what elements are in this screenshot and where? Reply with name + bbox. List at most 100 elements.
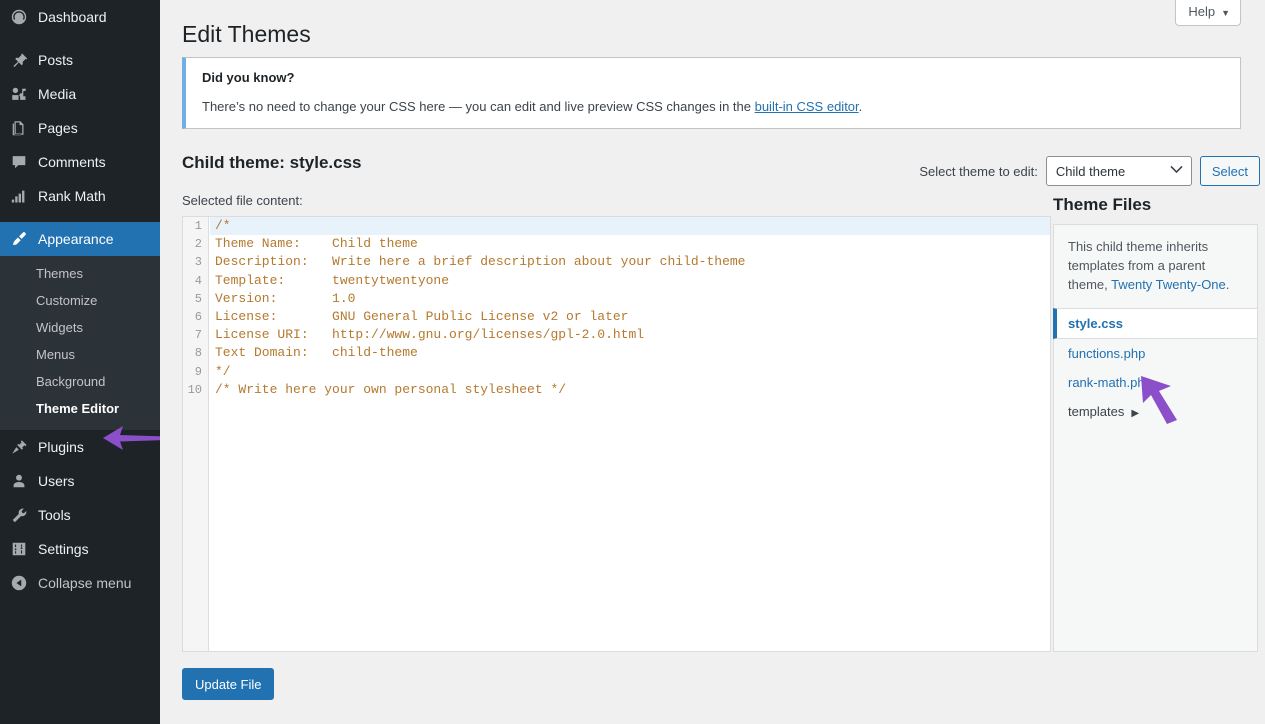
line-number: 3 — [194, 255, 202, 270]
sidebar-item-label: Comments — [38, 154, 106, 170]
current-file-heading: Child theme: style.css — [182, 153, 362, 172]
line-number: 6 — [194, 309, 202, 324]
sidebar-item-label: Pages — [38, 120, 78, 136]
code-text: Template: twentytwentyone — [215, 272, 450, 288]
sidebar-item-media[interactable]: Media — [0, 77, 160, 111]
comment-icon — [9, 152, 29, 172]
plug-icon — [9, 437, 29, 457]
sidebar-item-label: Dashboard — [38, 9, 107, 25]
theme-files-note: This child theme inherits templates from… — [1054, 225, 1257, 308]
submenu-item-widgets[interactable]: Widgets — [0, 314, 160, 341]
help-label: Help — [1188, 4, 1216, 19]
theme-file-item[interactable]: functions.php — [1054, 339, 1257, 368]
sidebar-item-pages[interactable]: Pages — [0, 111, 160, 145]
page-title: Edit Themes — [182, 21, 311, 47]
select-theme-button[interactable]: Select — [1199, 156, 1260, 186]
line-number: 2 — [194, 237, 202, 252]
admin-sidebar: Dashboard Posts Media Pages Comments Ran… — [0, 0, 168, 724]
notice-body: There’s no need to change your CSS here … — [202, 99, 1224, 114]
sidebar-item-label: Rank Math — [38, 188, 106, 204]
sidebar-divider — [0, 34, 160, 43]
collapse-menu-button[interactable]: Collapse menu — [0, 566, 160, 600]
code-text: Description: Write here a brief descript… — [215, 254, 746, 270]
code-line[interactable]: Theme Name: Child theme — [215, 235, 1050, 253]
code-line[interactable]: License URI: http://www.gnu.org/licenses… — [215, 326, 1050, 344]
code-line[interactable]: /* Write here your own personal styleshe… — [215, 381, 1050, 399]
theme-files-list: style.css functions.php rank-math.php templ… — [1053, 308, 1257, 426]
theme-files-heading: Theme Files — [1053, 195, 1152, 214]
submenu-item-themes[interactable]: Themes — [0, 260, 160, 287]
submenu-item-customize[interactable]: Customize — [0, 287, 160, 314]
line-number: 4 — [194, 273, 202, 288]
folder-label: templates — [1068, 404, 1125, 419]
selected-file-label: Selected file content: — [182, 193, 303, 208]
code-line[interactable]: */ — [215, 363, 1050, 381]
line-number-gutter: 1 2 3 4 5 6 7 8 9 10 — [183, 217, 209, 651]
did-you-know-notice: Did you know? There’s no need to change … — [182, 57, 1241, 129]
code-line[interactable]: License: GNU General Public License v2 o… — [215, 308, 1050, 326]
dashboard-icon — [9, 7, 29, 27]
code-line[interactable]: Description: Write here a brief descript… — [215, 253, 1050, 271]
notice-text-after: . — [858, 99, 863, 114]
collapse-arrow-icon — [9, 573, 29, 593]
code-text: License: GNU General Public License v2 o… — [215, 308, 629, 324]
code-line[interactable]: Version: 1.0 — [215, 290, 1050, 308]
sidebar-item-dashboard[interactable]: Dashboard — [0, 0, 160, 34]
theme-file-item[interactable]: rank-math.php — [1054, 368, 1257, 397]
sidebar-item-users[interactable]: Users — [0, 464, 160, 498]
help-toggle-button[interactable]: Help ▼ — [1175, 0, 1241, 26]
line-number: 9 — [194, 364, 202, 379]
pin-icon — [9, 50, 29, 70]
sidebar-item-label: Appearance — [38, 231, 114, 247]
theme-select[interactable]: Child theme — [1045, 156, 1192, 186]
sidebar-item-plugins[interactable]: Plugins — [0, 430, 160, 464]
sidebar-item-label: Posts — [38, 52, 74, 68]
wrench-icon — [9, 505, 29, 525]
main-content: Help ▼ Edit Themes Did you know? There’s … — [160, 0, 1265, 724]
theme-file-link[interactable]: style.css — [1057, 309, 1257, 338]
code-text: */ — [215, 363, 231, 379]
triangle-right-icon: ▶ — [1131, 408, 1140, 419]
code-line[interactable]: Text Domain: child-theme — [215, 344, 1050, 362]
parent-theme-link[interactable]: Twenty Twenty-One — [1111, 277, 1226, 292]
line-number: 10 — [187, 382, 202, 397]
theme-file-link[interactable]: functions.php — [1054, 339, 1257, 368]
sidebar-item-rank-math[interactable]: Rank Math — [0, 179, 160, 213]
sidebar-divider — [0, 213, 160, 222]
code-text: Version: 1.0 — [215, 290, 356, 306]
sidebar-item-label: Users — [38, 473, 75, 489]
theme-file-folder[interactable]: templates ▶ — [1054, 397, 1257, 426]
code-editor[interactable]: 1 2 3 4 5 6 7 8 9 10 /* Theme Name: Child theme Des… — [182, 216, 1051, 652]
note-text-after: . — [1225, 277, 1230, 292]
line-number: 5 — [194, 291, 202, 306]
brush-icon — [9, 229, 29, 249]
line-number: 8 — [194, 346, 202, 361]
code-line[interactable]: /* — [210, 217, 1050, 236]
collapse-menu-label: Collapse menu — [38, 575, 132, 591]
sidebar-item-label: Tools — [38, 507, 71, 523]
sidebar-item-tools[interactable]: Tools — [0, 498, 160, 532]
css-editor-link[interactable]: built-in CSS editor — [755, 99, 859, 114]
code-text: /* Write here your own personal styleshe… — [215, 381, 567, 397]
code-text: License URI: http://www.gnu.org/licenses… — [215, 327, 645, 343]
chart-icon — [9, 186, 29, 206]
code-text: Text Domain: child-theme — [215, 345, 418, 361]
theme-file-item[interactable]: style.css — [1053, 308, 1257, 339]
code-text: /* — [215, 218, 231, 233]
sidebar-item-appearance[interactable]: Appearance — [0, 222, 168, 256]
submenu-item-background[interactable]: Background — [0, 368, 160, 395]
submenu-item-menus[interactable]: Menus — [0, 341, 160, 368]
sidebar-item-comments[interactable]: Comments — [0, 145, 160, 179]
code-line[interactable]: Template: twentytwentyone — [215, 272, 1050, 290]
sidebar-item-label: Media — [38, 86, 77, 102]
update-file-button[interactable]: Update File — [182, 668, 275, 700]
pages-icon — [9, 118, 29, 138]
submenu-item-theme-editor[interactable]: Theme Editor — [0, 395, 160, 422]
sidebar-item-settings[interactable]: Settings — [0, 532, 160, 566]
select-theme-label: Select theme to edit: — [919, 163, 1038, 179]
theme-selector-row: Select theme to edit: Child theme Select — [919, 156, 1260, 186]
sidebar-item-label: Plugins — [38, 439, 84, 455]
code-content[interactable]: /* Theme Name: Child theme Description: Wr… — [210, 217, 1050, 651]
sidebar-item-posts[interactable]: Posts — [0, 43, 160, 77]
theme-file-link[interactable]: rank-math.php — [1054, 368, 1257, 397]
